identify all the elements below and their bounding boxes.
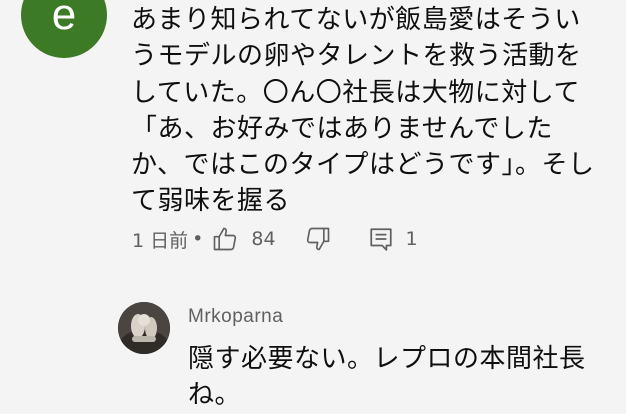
reply-author-name[interactable]: Mrkoparna bbox=[188, 306, 283, 328]
reply-text: 隠す必要ない。レプロの本間社長ね。 bbox=[188, 344, 586, 410]
commenter-avatar[interactable]: e bbox=[21, 0, 107, 58]
reply-author-avatar[interactable] bbox=[118, 302, 170, 354]
reply-icon[interactable] bbox=[368, 226, 394, 252]
comment-timestamp[interactable]: 1 日前 bbox=[132, 226, 188, 253]
thumbs-up-icon[interactable] bbox=[211, 225, 239, 253]
thumbs-down-icon[interactable] bbox=[304, 225, 332, 253]
comment-text: あまり知られてないが飯島愛はそういうモデルの卵やタレントを救う活動をしていた。〇… bbox=[131, 5, 595, 217]
meta-separator: • bbox=[192, 228, 204, 250]
comment-thread: e あまり知られてないが飯島愛はそういうモデルの卵やタレントを救う活動をしていた… bbox=[0, 0, 626, 414]
avatar-letter: e bbox=[51, 0, 77, 39]
comment-actions: 1 日前 • 84 1 bbox=[132, 222, 418, 256]
like-count: 84 bbox=[251, 228, 276, 250]
reply-count[interactable]: 1 bbox=[406, 228, 418, 250]
